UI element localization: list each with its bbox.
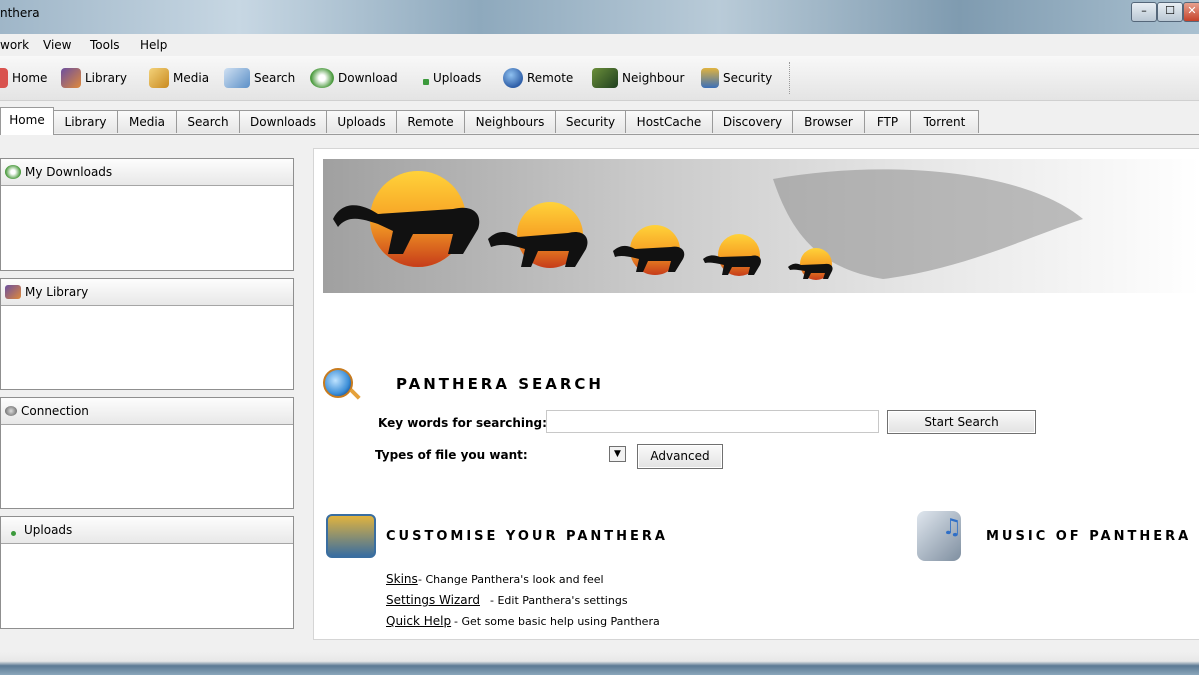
media-icon [149,68,169,88]
menu-network[interactable]: work [0,38,29,52]
toolbar-security-button[interactable]: Security [701,66,772,90]
tab-neighbours[interactable]: Neighbours [464,110,556,133]
panel-title: My Downloads [25,165,113,179]
toolbar-remote-button[interactable]: Remote [503,66,573,90]
tab-library[interactable]: Library [53,110,118,133]
tab-search[interactable]: Search [176,110,240,133]
toolbar-neighbour-label: Neighbour [622,71,685,85]
panel-title: Uploads [24,523,73,537]
music-title: MUSIC OF PANTHERA [986,529,1192,544]
library-icon [61,68,81,88]
tab-security[interactable]: Security [555,110,626,133]
file-types-label: Types of file you want: [375,448,528,462]
search-icon [224,68,250,88]
panel-my-library: My Library [0,278,294,390]
tab-discovery[interactable]: Discovery [712,110,793,133]
settings-wizard-link[interactable]: Settings Wizard [386,593,480,607]
panel-title: Connection [21,404,89,418]
panel-header[interactable]: My Library [1,279,293,306]
menu-help[interactable]: Help [140,38,167,52]
panel-my-downloads: My Downloads [0,158,294,271]
toolbar-download-label: Download [338,71,398,85]
quick-help-link[interactable]: Quick Help [386,614,451,628]
file-type-dropdown[interactable]: ▼ [609,446,626,462]
panther-logo-graphic [333,169,1083,280]
search-icon [323,368,353,398]
downloads-icon [5,165,21,179]
title-bar: nthera – ☐ ✕ [0,0,1199,34]
menu-bar: work View Tools Help [0,34,1199,56]
maximize-button[interactable]: ☐ [1157,2,1183,22]
toolbar-search-button[interactable]: Search [224,66,295,90]
panel-header[interactable]: Uploads [1,517,293,544]
security-icon [701,68,719,88]
tab-uploads[interactable]: Uploads [326,110,397,133]
toolbar-separator [789,62,792,94]
toolbar-media-button[interactable]: Media [149,66,209,90]
library-icon [5,285,21,299]
toolbar-search-label: Search [254,71,296,85]
advanced-button[interactable]: Advanced [637,444,723,469]
minimize-button[interactable]: – [1131,2,1157,22]
menu-view[interactable]: View [43,38,71,52]
window-title: nthera [0,6,40,20]
panel-header[interactable]: Connection [1,398,293,425]
remote-icon [503,68,523,88]
skins-description: - Change Panthera's look and feel [418,573,604,586]
toolbar-media-label: Media [173,71,210,85]
menu-tools[interactable]: Tools [90,38,120,52]
panel-connection: Connection [0,397,294,509]
panel-header[interactable]: My Downloads [1,159,293,186]
search-handle [349,388,361,400]
tab-remote[interactable]: Remote [396,110,465,133]
toolbar-home-label: Home [12,71,48,85]
music-note-icon: ♫ [942,515,962,540]
panel-title: My Library [25,285,89,299]
toolbar-library-button[interactable]: Library [61,66,127,90]
connection-icon [5,406,17,416]
keywords-label: Key words for searching: [378,416,547,430]
skins-link[interactable]: Skins [386,572,418,586]
uploads-icon [423,79,429,85]
tab-browser[interactable]: Browser [792,110,865,133]
toolbar-download-button[interactable]: Download [310,66,398,90]
panel-uploads: Uploads [0,516,294,629]
toolbar-uploads-label: Uploads [433,71,482,85]
tab-hostcache[interactable]: HostCache [625,110,713,133]
start-search-button[interactable]: Start Search [887,410,1036,434]
customise-title: CUSTOMISE YOUR PANTHERA [386,529,668,544]
toolbar-uploads-button[interactable]: Uploads [423,66,481,90]
main-toolbar: Home Library Media Search Download Uploa… [0,56,1199,101]
neighbour-icon [592,68,618,88]
keywords-input[interactable] [546,410,879,433]
tab-downloads[interactable]: Downloads [239,110,327,133]
download-icon [310,68,334,88]
home-content: PANTHERA SEARCH Key words for searching:… [313,148,1199,640]
toolbar-library-label: Library [85,71,127,85]
uploads-icon [11,530,16,536]
close-button[interactable]: ✕ [1183,2,1199,22]
settings-wizard-description: - Edit Panthera's settings [490,594,628,607]
tab-home[interactable]: Home [0,107,54,135]
toolbar-security-label: Security [723,71,773,85]
tab-ftp[interactable]: FTP [864,110,911,133]
home-icon [0,68,8,88]
toolbar-remote-label: Remote [527,71,574,85]
quick-help-description: - Get some basic help using Panthera [454,615,660,628]
tab-media[interactable]: Media [117,110,177,133]
customise-icon [326,514,376,558]
tab-bar: Home Library Media Search Downloads Uplo… [0,106,1199,135]
search-title: PANTHERA SEARCH [396,375,604,393]
toolbar-neighbour-button[interactable]: Neighbour [592,66,684,90]
toolbar-home-button[interactable]: Home [0,66,47,90]
tab-torrent[interactable]: Torrent [910,110,979,133]
status-bar [0,652,1199,675]
panthera-banner [323,159,1199,293]
